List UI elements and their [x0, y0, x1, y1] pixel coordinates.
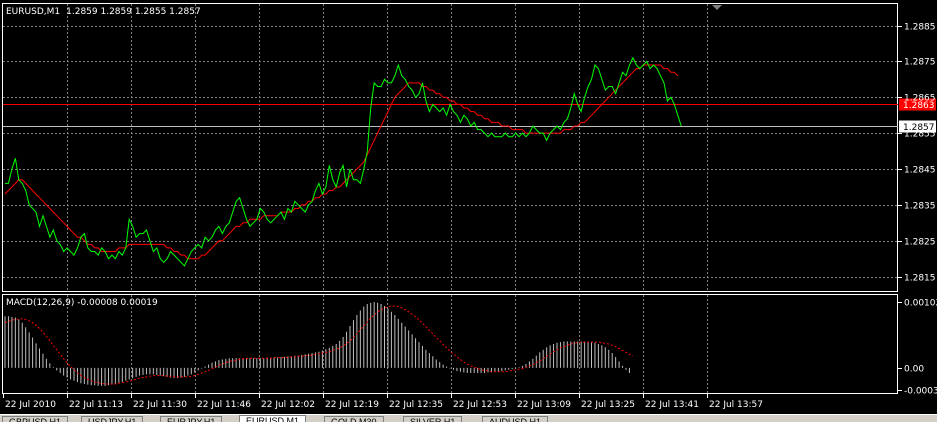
price-axis: 1.2885 1.2875 1.2865 1.2855 1.2845 1.2835 1.28… [898, 23, 936, 284]
x-tick-label: 22 Jul 12:53 [453, 400, 507, 410]
price-panel[interactable] [2, 3, 898, 292]
chart-tab[interactable]: EURJPY,H1 [160, 416, 223, 422]
y-tick-label: 1.2815 [904, 274, 936, 284]
chart-tab[interactable]: GOLD,M30 [324, 416, 384, 422]
y-tick-label: 0.00 [904, 365, 924, 375]
x-tick-label: 22 Jul 12:02 [261, 400, 315, 410]
y-tick-label: 1.2835 [904, 202, 936, 212]
x-tick-label: 22 Jul 13:25 [581, 400, 635, 410]
chart-tab[interactable]: SILVER,H1 [403, 416, 463, 422]
x-tick-label: 22 Jul 13:41 [645, 400, 699, 410]
y-tick-label: 1.2825 [904, 238, 936, 248]
y-tick-label: 0.00102 [904, 299, 937, 309]
macd-panel[interactable] [2, 294, 898, 394]
chart-ohlc: 1.2859 1.2859 1.2855 1.2857 [66, 7, 201, 17]
x-tick-label: 22 Jul 11:46 [197, 400, 251, 410]
x-tick-label: 22 Jul 11:13 [69, 400, 123, 410]
chart-tab[interactable]: AUDUSD,H1 [482, 416, 549, 422]
time-axis: 22 Jul 2010 22 Jul 11:13 22 Jul 11:30 22 Ju… [3, 394, 763, 410]
y-tick-label: 1.2845 [904, 166, 936, 176]
chart-window[interactable]: 1.28631.2857 1.28851.28751.28651.28551.2… [0, 0, 937, 414]
y-tick-label: -0.00034 [904, 387, 937, 397]
x-tick-label: 22 Jul 12:35 [389, 400, 443, 410]
x-tick-label: 22 Jul 12:19 [325, 400, 379, 410]
macd-axis: 0.00102 0.00 -0.00034 [898, 299, 937, 397]
chart-tab[interactable]: USDJPY,H1 [81, 416, 144, 422]
x-tick-label: 22 Jul 13:57 [709, 400, 763, 410]
chart-header: EURUSD,M1 1.2859 1.2859 1.2855 1.2857 [6, 7, 201, 17]
y-tick-label: 1.2885 [904, 23, 936, 33]
chart-tab[interactable]: GBPUSD,H1 [2, 416, 69, 422]
macd-title: MACD(12,26,9) -0.00008 0.00019 [6, 298, 158, 308]
chart-symbol: EURUSD,M1 [6, 7, 60, 17]
x-tick-label: 22 Jul 11:30 [133, 400, 187, 410]
y-tick-label: 1.2865 [904, 94, 936, 104]
y-tick-label: 1.2855 [904, 130, 936, 140]
y-tick-label: 1.2875 [904, 58, 936, 68]
x-tick-label: 22 Jul 13:09 [517, 400, 571, 410]
x-tick-label: 22 Jul 2010 [5, 400, 56, 410]
